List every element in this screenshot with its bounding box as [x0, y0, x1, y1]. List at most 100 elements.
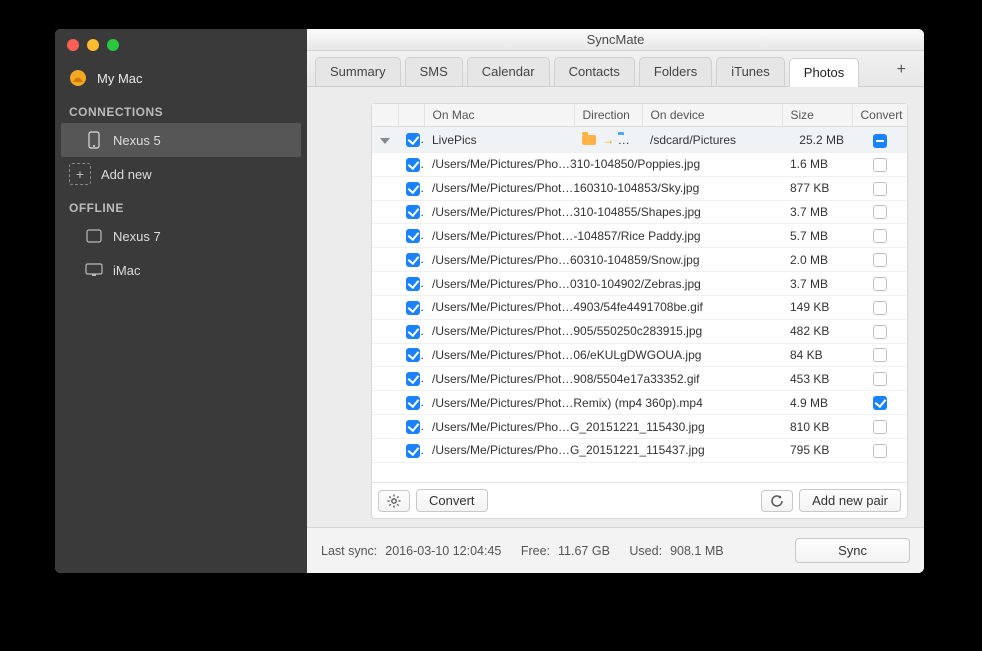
row-checkbox[interactable] [406, 348, 420, 362]
close-icon[interactable] [67, 39, 79, 51]
tab-photos[interactable]: Photos [789, 58, 859, 87]
col-on-device[interactable]: On device [642, 104, 782, 127]
sidebar-item-label: Nexus 5 [113, 133, 161, 148]
table-row[interactable]: /Users/Me/Pictures/Phot…4903/54fe4491708… [372, 295, 907, 319]
row-size: 482 KB [782, 319, 852, 343]
add-connection[interactable]: + Add new [69, 163, 293, 185]
col-size[interactable]: Size [782, 104, 852, 127]
table-row[interactable]: /Users/Me/Pictures/Pho…310-104850/Poppie… [372, 153, 907, 177]
row-checkbox[interactable] [406, 277, 420, 291]
table-row[interactable]: /Users/Me/Pictures/Pho…G_20151221_115430… [372, 415, 907, 439]
row-checkbox[interactable] [406, 253, 420, 267]
table-row[interactable]: /Users/Me/Pictures/Pho…0310-104902/Zebra… [372, 272, 907, 296]
row-convert-checkbox[interactable] [873, 420, 887, 434]
row-convert-checkbox[interactable] [873, 205, 887, 219]
group-checkbox[interactable] [406, 133, 420, 147]
tab-itunes[interactable]: iTunes [716, 57, 785, 86]
row-size: 453 KB [782, 367, 852, 391]
row-convert-checkbox[interactable] [873, 229, 887, 243]
table-row[interactable]: /Users/Me/Pictures/Phot…-104857/Rice Pad… [372, 224, 907, 248]
row-convert-checkbox[interactable] [873, 396, 887, 410]
row-checkbox[interactable] [406, 325, 420, 339]
row-convert-checkbox[interactable] [873, 182, 887, 196]
sidebar-item-nexus7[interactable]: Nexus 7 [55, 219, 307, 253]
row-convert-checkbox[interactable] [873, 158, 887, 172]
row-convert-checkbox[interactable] [873, 301, 887, 315]
row-size: 149 KB [782, 295, 852, 319]
group-row[interactable]: LivePics → /sdcard/Pictures 25.2 MB [372, 127, 907, 153]
table-row[interactable]: /Users/Me/Pictures/Phot…908/5504e17a3335… [372, 367, 907, 391]
row-checkbox[interactable] [406, 229, 420, 243]
folder-icon [618, 135, 632, 145]
col-direction[interactable]: Direction [574, 104, 642, 127]
sidebar-item-imac[interactable]: iMac [55, 253, 307, 287]
tab-folders[interactable]: Folders [639, 57, 712, 86]
row-checkbox[interactable] [406, 182, 420, 196]
tablet-icon [85, 227, 103, 245]
tab-summary[interactable]: Summary [315, 57, 401, 86]
row-convert-checkbox[interactable] [873, 444, 887, 458]
profile-row[interactable]: My Mac [55, 61, 307, 95]
tab-sms[interactable]: SMS [405, 57, 463, 86]
profile-label: My Mac [97, 71, 143, 86]
row-path: /Users/Me/Pictures/Phot…908/5504e17a3335… [424, 367, 782, 391]
free-label: Free: [521, 544, 550, 558]
row-size: 810 KB [782, 415, 852, 439]
tab-add[interactable]: + [887, 57, 916, 86]
sidebar-item-nexus5[interactable]: Nexus 5 [61, 123, 301, 157]
zoom-icon[interactable] [107, 39, 119, 51]
disclosure-icon[interactable] [380, 138, 390, 144]
sidebar-item-label: Nexus 7 [113, 229, 161, 244]
table-row[interactable]: /Users/Me/Pictures/Phot…310-104855/Shape… [372, 200, 907, 224]
photos-panel: On Mac Direction On device Size Convert … [371, 103, 908, 519]
table-row[interactable]: /Users/Me/Pictures/Phot…160310-104853/Sk… [372, 176, 907, 200]
table-row[interactable]: /Users/Me/Pictures/Phot…06/eKULgDWGOUA.j… [372, 343, 907, 367]
row-checkbox[interactable] [406, 301, 420, 315]
row-size: 795 KB [782, 438, 852, 462]
panel-toolbar: Convert Add new pair [372, 482, 907, 518]
table-row[interactable]: /Users/Me/Pictures/Phot…905/550250c28391… [372, 319, 907, 343]
add-pair-button[interactable]: Add new pair [799, 489, 901, 512]
table-row[interactable]: /Users/Me/Pictures/Phot…Remix) (mp4 360p… [372, 391, 907, 415]
row-convert-checkbox[interactable] [873, 348, 887, 362]
row-path: /Users/Me/Pictures/Pho…G_20151221_115437… [424, 438, 782, 462]
arrow-right-icon: → [602, 133, 614, 147]
row-path: /Users/Me/Pictures/Phot…310-104855/Shape… [424, 200, 782, 224]
row-path: /Users/Me/Pictures/Pho…0310-104902/Zebra… [424, 272, 782, 296]
row-convert-checkbox[interactable] [873, 253, 887, 267]
minimize-icon[interactable] [87, 39, 99, 51]
col-on-mac[interactable]: On Mac [424, 104, 574, 127]
row-checkbox[interactable] [406, 420, 420, 434]
last-sync-label: Last sync: [321, 544, 377, 558]
row-checkbox[interactable] [406, 372, 420, 386]
row-size: 3.7 MB [782, 272, 852, 296]
tab-calendar[interactable]: Calendar [467, 57, 550, 86]
row-size: 84 KB [782, 343, 852, 367]
tab-contacts[interactable]: Contacts [554, 57, 635, 86]
app-window: My Mac CONNECTIONS Nexus 5 + Add new OFF… [55, 29, 924, 573]
convert-mixed-icon[interactable] [873, 134, 887, 148]
row-convert-checkbox[interactable] [873, 325, 887, 339]
row-path: /Users/Me/Pictures/Phot…905/550250c28391… [424, 319, 782, 343]
row-checkbox[interactable] [406, 444, 420, 458]
free-value: 11.67 GB [558, 544, 610, 558]
group-direction: → [574, 127, 642, 153]
row-path: /Users/Me/Pictures/Phot…06/eKULgDWGOUA.j… [424, 343, 782, 367]
row-convert-checkbox[interactable] [873, 372, 887, 386]
refresh-icon [770, 494, 784, 508]
settings-button[interactable] [378, 490, 410, 512]
folder-icon [582, 135, 596, 145]
col-convert[interactable]: Convert [852, 104, 907, 127]
refresh-button[interactable] [761, 490, 793, 512]
sync-button[interactable]: Sync [795, 538, 910, 563]
row-checkbox[interactable] [406, 205, 420, 219]
convert-button[interactable]: Convert [416, 489, 488, 512]
row-checkbox[interactable] [406, 396, 420, 410]
row-checkbox[interactable] [406, 158, 420, 172]
row-convert-checkbox[interactable] [873, 277, 887, 291]
table-row[interactable]: /Users/Me/Pictures/Pho…G_20151221_115437… [372, 438, 907, 462]
table-row[interactable]: /Users/Me/Pictures/Pho…60310-104859/Snow… [372, 248, 907, 272]
row-size: 4.9 MB [782, 391, 852, 415]
group-size: 25.2 MB [782, 127, 852, 153]
row-size: 2.0 MB [782, 248, 852, 272]
